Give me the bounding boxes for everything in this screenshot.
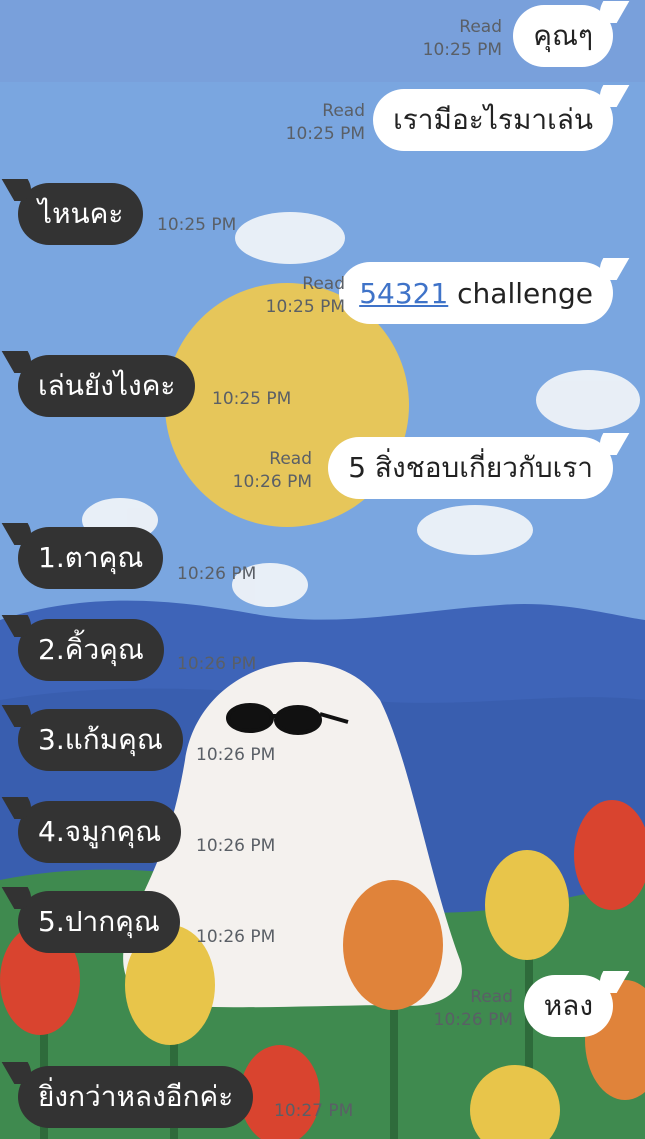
message-bubble-sent[interactable]: 5 สิ่งชอบเกี่ยวกับเรา [328, 437, 613, 499]
message-time: 10:26 PM [232, 472, 312, 492]
message-bubble-sent[interactable]: 54321 challenge [339, 262, 613, 324]
message-bubble-sent[interactable]: คุณๆ [513, 5, 613, 67]
message-bubble-received[interactable]: ยิ่งกว่าหลงอีกค่ะ [18, 1066, 254, 1128]
message-meta: 10:26 PM [196, 744, 275, 767]
message-text: 1.ตาคุณ [38, 541, 144, 574]
message-bubble-sent[interactable]: หลง [523, 975, 613, 1037]
message-time: 10:25 PM [285, 124, 365, 144]
message-time: 10:26 PM [196, 836, 276, 856]
message-meta: 10:25 PM [157, 214, 236, 237]
message-meta: Read 10:25 PM [286, 100, 365, 146]
message-text: เรามีอะไรมาเล่น [393, 103, 593, 136]
cloud [235, 212, 345, 264]
message-text: 4.จมูกคุณ [38, 815, 162, 848]
message-text: เล่นยังไงคะ [38, 369, 176, 402]
message-bubble-received[interactable]: ไหนคะ [18, 183, 144, 245]
message-text: 5 สิ่งชอบเกี่ยวกับเรา [348, 451, 593, 484]
read-receipt: Read [322, 101, 365, 121]
message-time: 10:25 PM [422, 40, 502, 60]
message-bubble-received[interactable]: เล่นยังไงคะ [18, 355, 196, 417]
challenge-link[interactable]: 54321 [359, 277, 448, 310]
message-time: 10:25 PM [265, 297, 345, 317]
message-meta: 10:26 PM [177, 563, 256, 586]
message-meta: 10:25 PM [212, 388, 291, 411]
read-receipt: Read [302, 274, 345, 294]
message-meta: Read 10:26 PM [434, 986, 513, 1032]
message-time: 10:25 PM [212, 389, 292, 409]
message-bubble-received[interactable]: 2.คิ้วคุณ [18, 619, 164, 681]
message-meta: Read 10:26 PM [233, 448, 312, 494]
cloud [417, 505, 533, 555]
message-meta: 10:26 PM [196, 835, 275, 858]
message-time: 10:26 PM [177, 654, 257, 674]
message-time: 10:26 PM [196, 927, 276, 947]
message-bubble-received[interactable]: 1.ตาคุณ [18, 527, 164, 589]
tulip [485, 850, 569, 960]
read-receipt: Read [459, 17, 502, 37]
message-text: หลง [543, 989, 593, 1022]
message-time: 10:26 PM [196, 745, 276, 765]
message-bubble-received[interactable]: 5.ปากคุณ [18, 891, 180, 953]
message-meta: 10:26 PM [177, 653, 256, 676]
cloud [536, 370, 640, 430]
message-text: ไหนคะ [38, 197, 124, 230]
message-time: 10:26 PM [433, 1010, 513, 1030]
message-bubble-received[interactable]: 3.แก้มคุณ [18, 709, 183, 771]
message-text: คุณๆ [533, 19, 593, 52]
message-meta: Read 10:25 PM [266, 273, 345, 319]
read-receipt: Read [470, 987, 513, 1007]
read-receipt: Read [269, 449, 312, 469]
message-text: 3.แก้มคุณ [38, 723, 163, 756]
message-time: 10:27 PM [274, 1101, 354, 1121]
message-time: 10:26 PM [177, 564, 257, 584]
message-text: challenge [448, 276, 593, 310]
message-text: 2.คิ้วคุณ [38, 633, 144, 666]
message-bubble-received[interactable]: 4.จมูกคุณ [18, 801, 182, 863]
message-meta: 10:26 PM [196, 926, 275, 949]
message-text: ยิ่งกว่าหลงอีกค่ะ [38, 1080, 234, 1113]
message-meta: 10:27 PM [274, 1100, 353, 1123]
message-time: 10:25 PM [157, 215, 237, 235]
message-bubble-sent[interactable]: เรามีอะไรมาเล่น [373, 89, 613, 151]
tulip [343, 880, 443, 1010]
message-meta: Read 10:25 PM [423, 16, 502, 62]
message-text: 5.ปากคุณ [38, 905, 160, 938]
